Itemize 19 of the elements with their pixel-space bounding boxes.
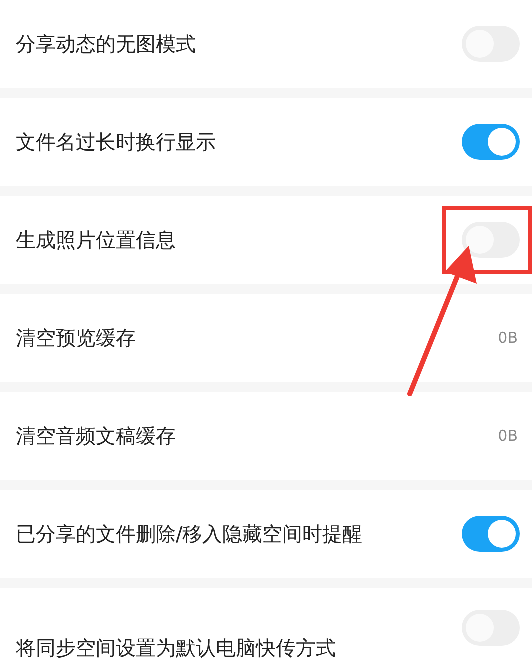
- setting-label: 清空预览缓存: [16, 324, 136, 352]
- toggle-switch[interactable]: [462, 124, 520, 160]
- setting-label: 清空音频文稿缓存: [16, 422, 176, 450]
- setting-label: 已分享的文件删除/移入隐藏空间时提醒: [16, 520, 363, 548]
- settings-row[interactable]: 清空预览缓存 0B: [0, 294, 532, 382]
- toggle-switch[interactable]: [462, 222, 520, 258]
- settings-row[interactable]: 已分享的文件删除/移入隐藏空间时提醒: [0, 490, 532, 578]
- setting-label: 将同步空间设置为默认电脑快传方式: [16, 635, 336, 662]
- settings-row[interactable]: 生成照片位置信息: [0, 196, 532, 284]
- settings-row[interactable]: 清空音频文稿缓存 0B: [0, 392, 532, 480]
- setting-label: 分享动态的无图模式: [16, 30, 196, 58]
- cache-size: 0B: [498, 427, 518, 445]
- setting-label: 生成照片位置信息: [16, 226, 176, 254]
- toggle-switch[interactable]: [462, 516, 520, 552]
- settings-row[interactable]: 分享动态的无图模式: [0, 0, 532, 88]
- settings-row[interactable]: 将同步空间设置为默认电脑快传方式: [0, 588, 532, 666]
- setting-label: 文件名过长时换行显示: [16, 128, 216, 156]
- settings-row[interactable]: 文件名过长时换行显示: [0, 98, 532, 186]
- cache-size: 0B: [498, 329, 518, 347]
